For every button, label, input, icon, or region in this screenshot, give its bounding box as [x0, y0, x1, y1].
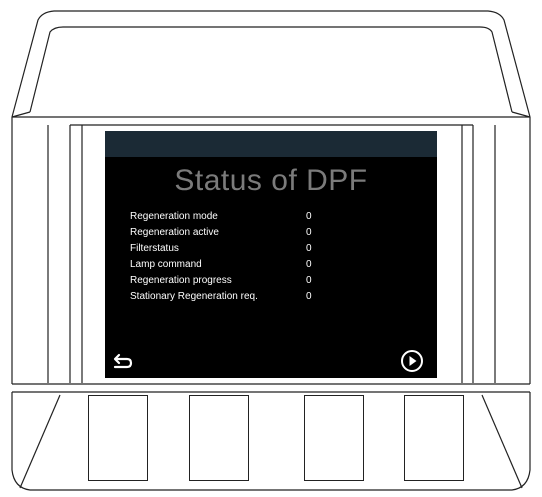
return-arrow-icon: [113, 353, 133, 369]
parameter-value: 0: [306, 243, 312, 254]
parameter-row-lamp-command: Lamp command 0: [130, 257, 430, 273]
parameter-value: 0: [306, 275, 312, 286]
next-button[interactable]: [400, 349, 424, 373]
parameter-row-filterstatus: Filterstatus 0: [130, 241, 430, 257]
softkey-1[interactable]: [88, 395, 148, 481]
parameter-value: 0: [306, 291, 312, 302]
back-button[interactable]: [112, 353, 134, 371]
parameter-label: Regeneration mode: [130, 211, 218, 222]
parameter-label: Lamp command: [130, 259, 202, 270]
lcd-screen: Status of DPF Regeneration mode 0 Regene…: [105, 131, 437, 378]
parameter-row-stationary-regeneration-req: Stationary Regeneration req. 0: [130, 289, 430, 305]
parameter-label: Regeneration progress: [130, 275, 232, 286]
dpf-parameter-list: Regeneration mode 0 Regeneration active …: [130, 209, 430, 305]
parameter-value: 0: [306, 227, 312, 238]
parameter-label: Regeneration active: [130, 227, 219, 238]
parameter-label: Filterstatus: [130, 243, 179, 254]
parameter-row-regeneration-mode: Regeneration mode 0: [130, 209, 430, 225]
page-title: Status of DPF: [174, 164, 368, 197]
display-device: Status of DPF Regeneration mode 0 Regene…: [0, 0, 542, 497]
parameter-value: 0: [306, 259, 312, 270]
screen-header-bar: [105, 131, 437, 157]
parameter-label: Stationary Regeneration req.: [130, 291, 258, 302]
softkey-3[interactable]: [304, 395, 364, 481]
parameter-value: 0: [306, 211, 312, 222]
parameter-row-regeneration-progress: Regeneration progress 0: [130, 273, 430, 289]
circled-play-icon: [401, 350, 423, 372]
softkey-2[interactable]: [189, 395, 249, 481]
softkey-4[interactable]: [404, 395, 464, 481]
parameter-row-regeneration-active: Regeneration active 0: [130, 225, 430, 241]
